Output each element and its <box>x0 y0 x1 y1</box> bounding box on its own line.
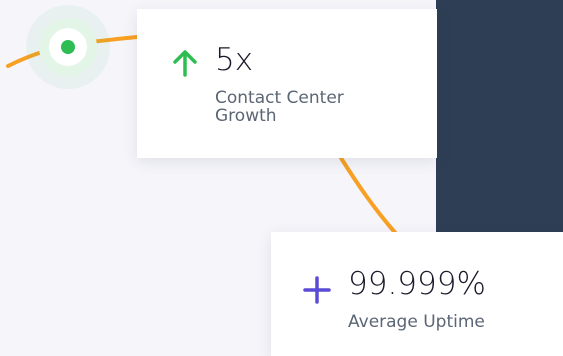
plus-icon <box>303 276 331 304</box>
uptime-stat-card: 99.999% Average Uptime <box>271 232 563 356</box>
arrow-up-icon <box>172 49 198 77</box>
growth-stat-card: 5x Contact Center Growth <box>137 9 437 158</box>
uptime-value: 99.999% <box>348 266 486 302</box>
uptime-label: Average Uptime <box>348 312 485 332</box>
green-dot-core <box>61 40 75 54</box>
growth-value: 5x <box>215 42 254 78</box>
orange-curve-bottom <box>339 156 400 238</box>
growth-label: Contact Center Growth <box>215 88 344 126</box>
